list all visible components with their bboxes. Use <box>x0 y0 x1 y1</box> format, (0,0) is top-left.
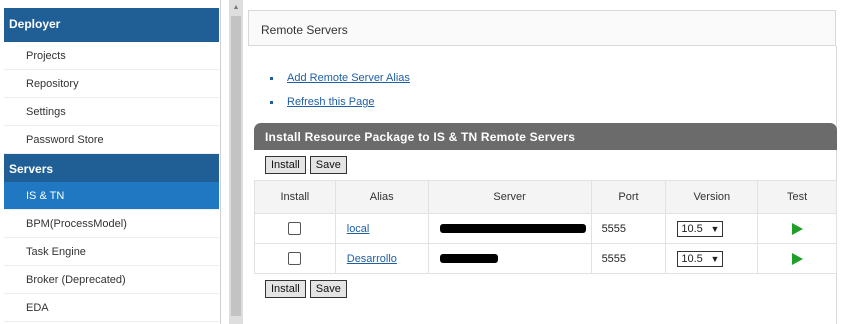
column-header-alias: Alias <box>334 180 429 214</box>
sidebar-item-broker[interactable]: Broker (Deprecated) <box>4 266 219 294</box>
install-button-bottom[interactable]: Install <box>265 280 306 298</box>
bullet-icon <box>270 100 273 104</box>
version-cell: 10.5 ▼ <box>665 243 759 274</box>
alias-link[interactable]: local <box>347 223 370 235</box>
install-cell <box>254 213 336 244</box>
scroll-up-icon[interactable]: ▲ <box>229 2 243 14</box>
port-cell: 5555 <box>590 243 667 274</box>
sidebar-item-password-store[interactable]: Password Store <box>4 126 219 154</box>
play-icon[interactable] <box>791 252 803 265</box>
scrollbar[interactable]: ▲ <box>229 0 243 324</box>
redacted-server <box>439 254 498 264</box>
version-cell: 10.5 ▼ <box>665 213 759 244</box>
install-button-top[interactable]: Install <box>265 156 306 174</box>
redacted-server <box>439 224 586 234</box>
install-cell <box>254 243 336 274</box>
sidebar: Deployer Projects Repository Settings Pa… <box>0 0 221 324</box>
chevron-down-icon: ▼ <box>710 253 720 264</box>
play-icon[interactable] <box>791 222 803 235</box>
sidebar-item-repository[interactable]: Repository <box>4 70 219 98</box>
install-panel: Install Resource Package to IS & TN Remo… <box>254 123 837 324</box>
test-cell <box>757 213 837 244</box>
sidebar-item-projects[interactable]: Projects <box>4 42 219 70</box>
sidebar-item-eda[interactable]: EDA <box>4 294 219 322</box>
column-header-server: Server <box>427 180 592 214</box>
version-select[interactable]: 10.5 ▼ <box>677 250 724 267</box>
column-header-install: Install <box>254 180 336 214</box>
version-value: 10.5 <box>681 222 703 235</box>
sidebar-header-servers: Servers <box>4 154 219 182</box>
install-checkbox[interactable] <box>288 252 302 265</box>
version-select[interactable]: 10.5 ▼ <box>677 220 724 237</box>
page-title: Remote Servers <box>248 10 836 46</box>
alias-cell: Desarrollo <box>334 243 429 274</box>
refresh-page-link[interactable]: Refresh this Page <box>287 96 374 108</box>
alias-cell: local <box>334 213 429 244</box>
scrollbar-thumb[interactable] <box>231 16 241 316</box>
panel-title: Install Resource Package to IS & TN Remo… <box>254 123 837 150</box>
server-cell <box>427 243 592 274</box>
port-cell: 5555 <box>590 213 667 244</box>
save-button-bottom[interactable]: Save <box>309 280 347 298</box>
sidebar-item-is-tn[interactable]: IS & TN <box>4 182 219 210</box>
install-checkbox[interactable] <box>288 222 302 235</box>
alias-link[interactable]: Desarrollo <box>347 253 397 265</box>
sidebar-item-task-engine[interactable]: Task Engine <box>4 238 219 266</box>
top-button-row: Install Save <box>265 156 347 174</box>
column-header-version: Version <box>665 180 759 214</box>
action-links: Add Remote Server Alias Refresh this Pag… <box>270 66 410 114</box>
sidebar-item-settings[interactable]: Settings <box>4 98 219 126</box>
link-row: Refresh this Page <box>270 90 410 114</box>
add-remote-server-alias-link[interactable]: Add Remote Server Alias <box>287 72 410 84</box>
table-row: Desarrollo 5555 10.5 ▼ <box>254 243 837 274</box>
servers-table: Install Alias Server Port Version Test l… <box>254 180 837 274</box>
table-row: local 5555 10.5 ▼ <box>254 213 837 244</box>
server-cell <box>427 213 592 244</box>
column-header-port: Port <box>590 180 667 214</box>
link-row: Add Remote Server Alias <box>270 66 410 90</box>
sidebar-item-bpm[interactable]: BPM(ProcessModel) <box>4 210 219 238</box>
column-header-test: Test <box>757 180 837 214</box>
bottom-button-row: Install Save <box>265 280 347 298</box>
table-header-row: Install Alias Server Port Version Test <box>254 180 837 214</box>
sidebar-header-deployer: Deployer <box>4 8 219 42</box>
bullet-icon <box>270 76 273 80</box>
save-button-top[interactable]: Save <box>309 156 347 174</box>
chevron-down-icon: ▼ <box>710 223 720 234</box>
test-cell <box>757 243 837 274</box>
version-value: 10.5 <box>681 252 703 265</box>
